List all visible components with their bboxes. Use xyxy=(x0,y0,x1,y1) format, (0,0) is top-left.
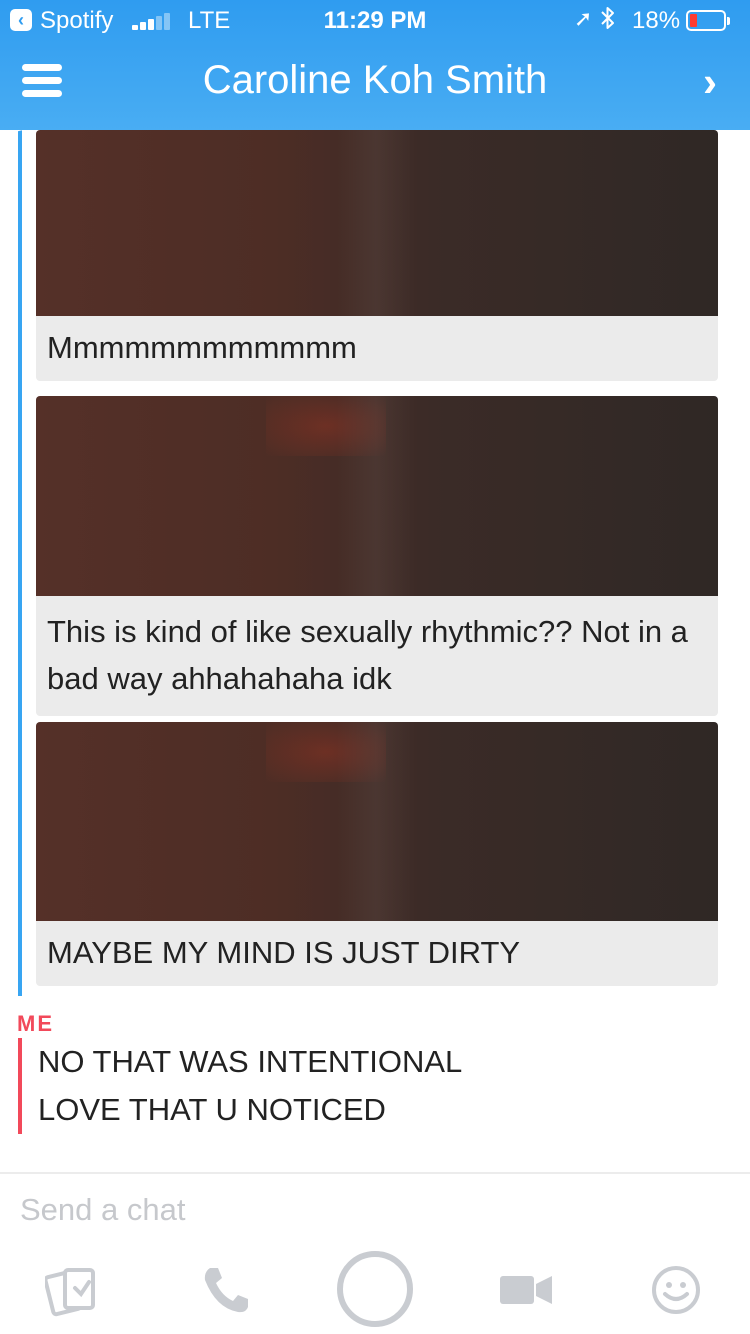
my-message[interactable]: NO THAT WAS INTENTIONAL LOVE THAT U NOTI… xyxy=(38,1038,462,1134)
message-line: LOVE THAT U NOTICED xyxy=(38,1092,386,1127)
sender-label-me: ME xyxy=(17,1011,54,1036)
header-bar: ‹ Spotify LTE 11:29 PM ➚ 18% Caroline Ko… xyxy=(0,0,750,130)
battery-icon xyxy=(686,10,730,31)
snap-caption: This is kind of like sexually rhythmic??… xyxy=(47,614,688,696)
memories-icon[interactable] xyxy=(43,1260,105,1320)
bluetooth-icon xyxy=(600,5,616,37)
snap-message[interactable]: MAYBE MY MIND IS JUST DIRTY xyxy=(36,722,718,986)
capture-icon[interactable] xyxy=(336,1250,414,1328)
video-icon[interactable] xyxy=(496,1260,556,1320)
snap-message[interactable]: This is kind of like sexually rhythmic??… xyxy=(36,396,718,716)
message-line: NO THAT WAS INTENTIONAL xyxy=(38,1044,463,1079)
snap-caption: MAYBE MY MIND IS JUST DIRTY xyxy=(47,935,521,970)
snap-caption: Mmmmmmmmmmmm xyxy=(47,330,357,365)
chat-thread[interactable]: Mmmmmmmmmmmm This is kind of like sexual… xyxy=(0,130,750,1172)
chat-title[interactable]: Caroline Koh Smith xyxy=(0,58,750,103)
snap-image[interactable] xyxy=(36,130,718,316)
my-messages-bar xyxy=(18,1038,22,1134)
chat-input[interactable] xyxy=(20,1190,620,1230)
snap-image[interactable] xyxy=(36,722,718,921)
phone-icon[interactable] xyxy=(196,1260,256,1320)
snap-image[interactable] xyxy=(36,396,718,596)
battery-percent: 18% xyxy=(632,7,681,34)
chevron-right-icon[interactable]: › xyxy=(692,60,728,104)
status-bar: ‹ Spotify LTE 11:29 PM ➚ 18% xyxy=(0,0,750,40)
location-icon: ➚ xyxy=(574,6,593,31)
compose-area xyxy=(0,1172,750,1334)
snap-message[interactable]: Mmmmmmmmmmmm xyxy=(36,130,718,381)
emoji-icon[interactable] xyxy=(648,1260,708,1320)
their-messages-bar xyxy=(18,130,22,996)
